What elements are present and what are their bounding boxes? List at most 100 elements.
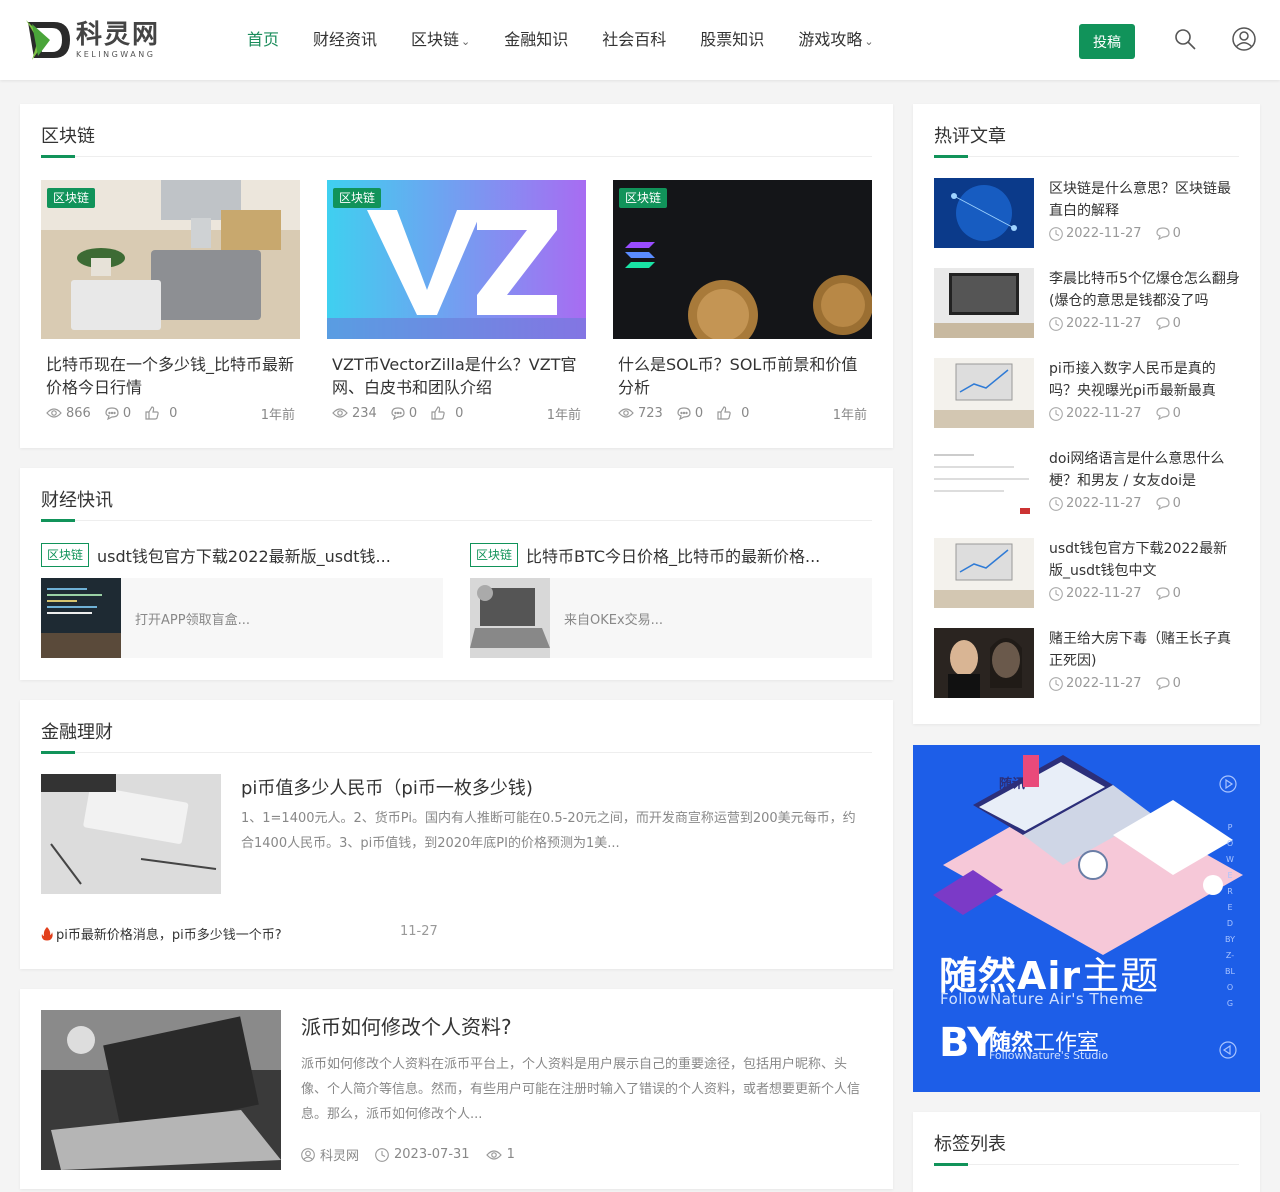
blockchain-item[interactable]: 区块链 什么是SOL币？SOL币前景和价值分析 723 0 0 1年前 [613, 180, 872, 423]
logo-subtext: KELINGWANG [76, 50, 156, 59]
finance-news-item[interactable]: 区块链 usdt钱包官方下载2022最新版_usdt钱... 打开APP领取盲盒… [41, 542, 443, 658]
article-title[interactable]: 派币如何修改个人资料? [301, 1011, 512, 1040]
finance-news-item[interactable]: 区块链 比特币BTC今日价格_比特币的最新价格... 来自OKEx交易... [470, 542, 872, 658]
nav-finance-news[interactable]: 财经资讯 [296, 0, 394, 80]
news-thumbnail[interactable] [470, 578, 550, 658]
hot-article-item[interactable]: 李晨比特币5个亿爆仓怎么翻身(爆仓的意思是钱都没了吗 2022-11-27 0 [934, 268, 1240, 338]
article-title[interactable]: 比特币现在一个多少钱_比特币最新价格今日行情 [41, 353, 300, 399]
section-title: 区块链 [41, 126, 95, 147]
comment-count: 0 [1172, 226, 1181, 241]
site-logo[interactable]: 科灵网 KELINGWANG [24, 16, 174, 64]
banner-by-label: BY [939, 1020, 997, 1066]
article-title[interactable]: usdt钱包官方下载2022最新版_usdt钱包中文 [1049, 538, 1241, 582]
clock-icon [1049, 316, 1063, 331]
article-thumbnail[interactable] [41, 1010, 281, 1170]
hot-article-item[interactable]: 赌王给大房下毒（赌王长子真正死因) 2022-11-27 0 [934, 628, 1240, 698]
article-thumbnail[interactable] [934, 448, 1034, 518]
view-count: 866 [66, 405, 91, 421]
clock-icon [1049, 226, 1063, 241]
blockchain-item[interactable]: 区块链 比特币现在一个多少钱_比特币最新价格今日行情 866 0 0 1年前 [41, 180, 300, 423]
comment-count: 0 [1172, 676, 1181, 691]
article-title[interactable]: 区块链是什么意思？区块链最直白的解释 [1049, 178, 1241, 222]
post-date: 2022-11-27 [1066, 226, 1142, 241]
hot-article-item[interactable]: usdt钱包官方下载2022最新版_usdt钱包中文 2022-11-27 0 [934, 538, 1240, 608]
post-time: 1年前 [260, 407, 295, 423]
category-tag[interactable]: 区块链 [619, 188, 668, 208]
nav-blockchain[interactable]: 区块链 ⌄ [394, 0, 487, 80]
news-desc: 来自OKEx交易... [564, 612, 664, 628]
nav-stock-knowledge[interactable]: 股票知识 [683, 0, 781, 80]
article-title[interactable]: 李晨比特币5个亿爆仓怎么翻身(爆仓的意思是钱都没了吗 [1049, 268, 1241, 312]
article-thumbnail[interactable] [934, 538, 1034, 608]
nav-finance-knowledge[interactable]: 金融知识 [487, 0, 585, 80]
news-desc: 打开APP领取盲盒... [135, 612, 250, 628]
comment-count: 0 [694, 405, 704, 421]
news-title[interactable]: usdt钱包官方下载2022最新版_usdt钱... [97, 543, 391, 567]
article-thumbnail[interactable] [934, 358, 1034, 428]
like-count: 0 [455, 405, 464, 421]
blockchain-section: 区块链 区块链 比特币现在一个多少钱_比特币最新价格今日行情 866 0 0 1… [20, 104, 893, 448]
article-title[interactable]: 赌王给大房下毒（赌王长子真正死因) [1049, 628, 1241, 672]
article-thumbnail[interactable]: 区块链 [327, 180, 586, 339]
related-link[interactable]: pi币最新价格消息，pi币多少钱一个币? [41, 924, 282, 943]
play-circle-icon [1219, 775, 1237, 793]
banner-screen-text: 随讯 [999, 776, 1025, 792]
article-title[interactable]: doi网络语言是什么意思什么梗？和男友 / 女友doi是 [1049, 448, 1241, 492]
post-date: 2022-11-27 [1066, 586, 1142, 601]
nav-social-wiki[interactable]: 社会百科 [585, 0, 683, 80]
comment-count: 0 [1172, 316, 1181, 331]
nav-home[interactable]: 首页 [230, 0, 296, 80]
hot-article-item[interactable]: doi网络语言是什么意思什么梗？和男友 / 女友doi是 2022-11-27 0 [934, 448, 1240, 518]
hot-article-item[interactable]: 区块链是什么意思？区块链最直白的解释 2022-11-27 0 [934, 178, 1240, 248]
clock-icon [1049, 676, 1063, 691]
article-thumbnail[interactable] [934, 178, 1034, 248]
category-tag[interactable]: 区块链 [41, 543, 90, 567]
section-divider [41, 519, 872, 522]
tags-widget: 标签列表 [913, 1112, 1260, 1192]
widget-title: 标签列表 [934, 1134, 1006, 1155]
category-tag[interactable]: 区块链 [470, 543, 519, 567]
article-thumbnail[interactable] [41, 774, 221, 894]
comment-count: 0 [408, 405, 418, 421]
user-icon[interactable] [1232, 27, 1256, 51]
banner-studio-en: FollowNature's Studio [989, 1049, 1109, 1062]
nav-game-guides[interactable]: 游戏攻略 ⌄ [781, 0, 890, 80]
section-title: 金融理财 [41, 722, 113, 743]
article-thumbnail[interactable]: 区块链 [613, 180, 872, 339]
post-date: 2022-11-27 [1066, 676, 1142, 691]
post-time: 1年前 [546, 407, 581, 423]
category-tag[interactable]: 区块链 [47, 188, 96, 208]
comment-icon [105, 406, 119, 420]
article-title[interactable]: pi币值多少人民币（pi币一枚多少钱) [241, 774, 533, 800]
banner-subtitle: FollowNature Air's Theme [940, 990, 1144, 1008]
article-title[interactable]: pi币接入数字人民币是真的吗？央视曝光pi币最新最真 [1049, 358, 1241, 402]
theme-ad-banner[interactable]: 随讯 POWERED BY Z-BLOG 随然Air主题 FollowNatur… [913, 745, 1260, 1092]
news-title[interactable]: 比特币BTC今日价格_比特币的最新价格... [526, 543, 820, 567]
thumbs-up-icon [145, 406, 159, 420]
article-meta: 723 0 0 1年前 [613, 403, 872, 423]
widget-divider [934, 1163, 1239, 1166]
article-thumbnail[interactable] [934, 268, 1034, 338]
thumbs-up-icon [717, 406, 731, 420]
category-tag[interactable]: 区块链 [333, 188, 382, 208]
view-count: 723 [638, 405, 663, 421]
article-title[interactable]: VZT币VectorZilla是什么？VZT官网、白皮书和团队介绍 [327, 353, 586, 399]
news-thumbnail[interactable] [41, 578, 121, 658]
author-name[interactable]: 科灵网 [320, 1145, 359, 1164]
article-title[interactable]: 什么是SOL币？SOL币前景和价值分析 [613, 353, 872, 399]
finance-manage-section: 金融理财 pi币值多少人民币（pi币一枚多少钱) 1、1=1400元人。2、货币… [20, 700, 893, 969]
post-date: 2022-11-27 [1066, 496, 1142, 511]
blockchain-item[interactable]: 区块链 VZT币VectorZilla是什么？VZT官网、白皮书和团队介绍 23… [327, 180, 586, 423]
comment-icon [677, 406, 691, 420]
submit-article-button[interactable]: 投稿 [1079, 24, 1135, 59]
article-thumbnail[interactable] [934, 628, 1034, 698]
article-card: 派币如何修改个人资料? 派币如何修改个人资料在派币平台上，个人资料是用户展示自己… [20, 989, 893, 1189]
article-thumbnail[interactable]: 区块链 [41, 180, 300, 339]
widget-title: 热评文章 [934, 126, 1006, 147]
author-icon [301, 1147, 315, 1162]
search-icon[interactable] [1173, 27, 1197, 51]
logo-text: 科灵网 [76, 20, 161, 50]
clock-icon [1049, 586, 1063, 601]
post-date: 2022-11-27 [1066, 406, 1142, 421]
hot-article-item[interactable]: pi币接入数字人民币是真的吗？央视曝光pi币最新最真 2022-11-27 0 [934, 358, 1240, 428]
